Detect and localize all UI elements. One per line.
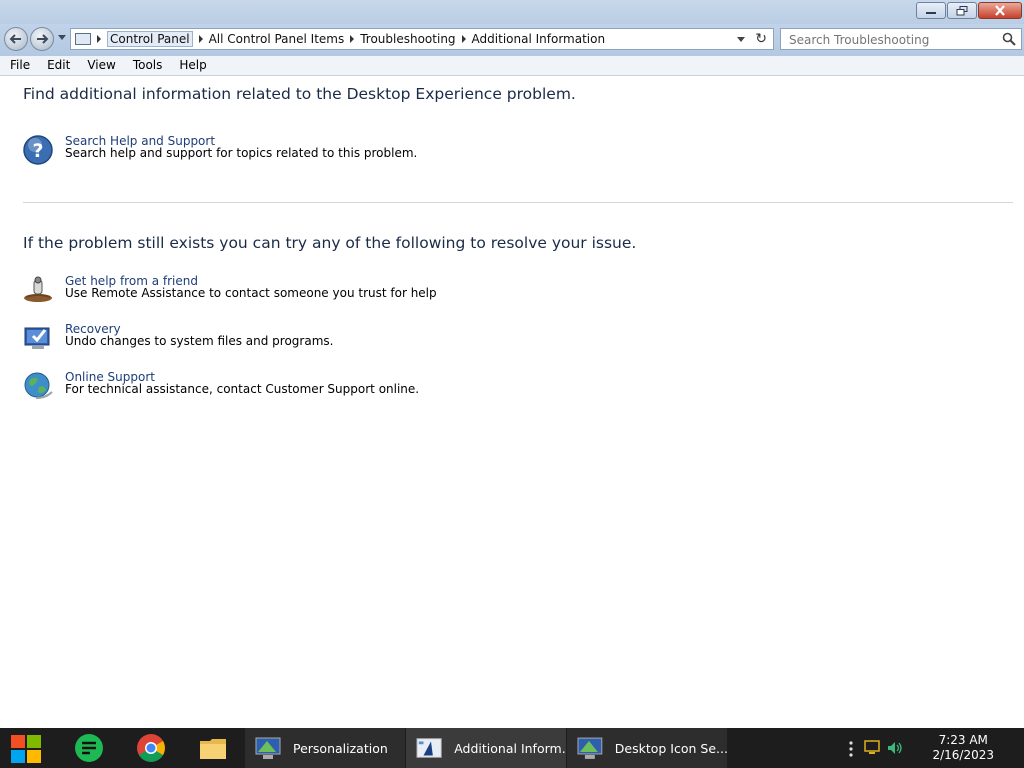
- menu-view[interactable]: View: [77, 56, 122, 75]
- navigation-bar: Control Panel All Control Panel Items Tr…: [0, 24, 1024, 56]
- window-controls: [916, 2, 1022, 19]
- breadcrumb-additional-information[interactable]: Additional Information: [472, 32, 606, 46]
- control-panel-icon: [75, 33, 91, 45]
- restore-button[interactable]: [947, 2, 977, 19]
- taskbar-item-additional-information[interactable]: Additional Inform...: [406, 728, 566, 768]
- taskbar-item-label: Personalization: [293, 740, 388, 756]
- taskbar: Personalization Additional Inform... Des…: [0, 728, 1024, 768]
- menu-file[interactable]: File: [0, 56, 37, 75]
- windows-start-button[interactable]: [10, 734, 42, 764]
- restore-icon: [956, 5, 968, 15]
- taskbar-item-personalization[interactable]: Personalization: [245, 728, 405, 768]
- search-icon[interactable]: [1002, 32, 1016, 46]
- menu-bar: File Edit View Tools Help: [0, 56, 1024, 76]
- page-heading: Find additional information related to t…: [23, 85, 576, 103]
- chevron-right-icon[interactable]: [97, 35, 101, 43]
- volume-icon[interactable]: [886, 740, 904, 756]
- online-support-icon: [24, 372, 53, 399]
- more-options-icon[interactable]: [848, 741, 854, 757]
- task-description: Undo changes to system files and program…: [65, 334, 334, 348]
- taskbar-item-label: Desktop Icon Se...: [614, 740, 727, 756]
- taskbar-item-desktop-icon-settings[interactable]: Desktop Icon Se...: [567, 728, 727, 768]
- task-description: Search help and support for topics relat…: [65, 146, 418, 160]
- personalization-icon: [255, 737, 281, 759]
- svg-text:?: ?: [32, 140, 43, 162]
- breadcrumb-all-items[interactable]: All Control Panel Items: [209, 32, 345, 46]
- minimize-button[interactable]: [916, 2, 946, 19]
- search-box[interactable]: [780, 28, 1022, 50]
- close-icon: [995, 5, 1005, 16]
- breadcrumb-troubleshooting[interactable]: Troubleshooting: [360, 32, 455, 46]
- system-tray: 7:23 AM 2/16/2023: [844, 728, 1024, 768]
- task-description: Use Remote Assistance to contact someone…: [65, 286, 437, 300]
- refresh-icon[interactable]: ↻: [755, 31, 767, 47]
- breadcrumb: Control Panel All Control Panel Items Tr…: [75, 29, 605, 49]
- taskbar-item-label: Additional Inform...: [454, 740, 566, 756]
- chevron-right-icon[interactable]: [198, 35, 203, 43]
- back-arrow-icon: [9, 34, 21, 44]
- content-pane: Find additional information related to t…: [0, 76, 1024, 728]
- search-input[interactable]: [787, 31, 1001, 49]
- section-heading: If the problem still exists you can try …: [23, 234, 637, 252]
- recent-pages-dropdown[interactable]: [58, 35, 66, 40]
- address-bar[interactable]: Control Panel All Control Panel Items Tr…: [70, 28, 774, 50]
- file-explorer-icon[interactable]: [198, 733, 228, 763]
- title-bar: [0, 0, 1024, 24]
- menu-help[interactable]: Help: [169, 56, 213, 75]
- help-question-icon: ?: [23, 135, 53, 165]
- menu-edit[interactable]: Edit: [37, 56, 77, 75]
- remote-assistance-icon: [24, 276, 52, 302]
- spreadsheet-app-icon[interactable]: [74, 733, 104, 763]
- forward-button[interactable]: [30, 27, 54, 51]
- recovery-icon: [24, 327, 50, 349]
- menu-tools[interactable]: Tools: [123, 56, 170, 75]
- minimize-icon: [926, 11, 936, 14]
- forward-arrow-icon: [37, 34, 49, 44]
- section-divider: [23, 202, 1013, 203]
- breadcrumb-control-panel[interactable]: Control Panel: [107, 31, 193, 47]
- address-dropdown-icon[interactable]: [737, 37, 745, 42]
- desktop-icon-settings-icon: [577, 737, 603, 759]
- chrome-icon[interactable]: [136, 733, 166, 763]
- task-description: For technical assistance, contact Custom…: [65, 382, 420, 396]
- troubleshooting-window-icon: [416, 738, 442, 758]
- back-button[interactable]: [4, 27, 28, 51]
- chevron-right-icon[interactable]: [350, 35, 355, 43]
- network-icon[interactable]: [864, 740, 882, 756]
- chevron-right-icon[interactable]: [461, 35, 466, 43]
- close-button[interactable]: [978, 2, 1022, 19]
- clock[interactable]: 7:23 AM 2/16/2023: [932, 733, 994, 763]
- clock-time: 7:23 AM: [938, 733, 988, 747]
- clock-date: 2/16/2023: [932, 748, 994, 762]
